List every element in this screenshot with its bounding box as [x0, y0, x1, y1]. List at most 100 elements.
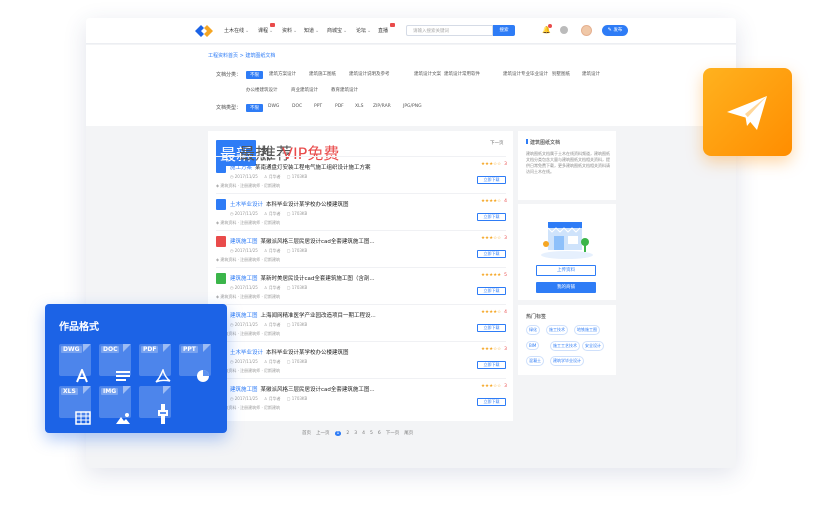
row-category[interactable]: 土木毕业设计 — [230, 202, 263, 208]
nav-item[interactable]: 资料⌄ — [282, 27, 297, 34]
hot-tag[interactable]: 绿化 — [526, 325, 540, 335]
category-option[interactable]: 办公楼建筑设计 — [246, 87, 278, 93]
format-zip-tile[interactable] — [139, 386, 171, 424]
table-row[interactable]: 建筑施工图 上海闻网精准医学产业园改造项目一期工程设... ◷ 2017/11/25… — [216, 304, 507, 341]
download-button[interactable]: 立即下载 — [477, 287, 506, 295]
row-title[interactable]: 施工方案 某南通盘灯安装工程电气施工组织设计施工方案 — [230, 163, 400, 171]
row-title[interactable]: 建筑施工图 上海闻网精准医学产业园改造项目一期工程设... — [230, 311, 400, 319]
page-link[interactable]: 1 — [334, 431, 342, 436]
hot-tag[interactable]: BIM — [526, 341, 540, 350]
category-option[interactable]: 建筑方案设计 — [269, 71, 296, 77]
prev-page-link[interactable]: 上一页 — [316, 431, 330, 436]
row-category[interactable]: 建筑施工图 — [230, 387, 258, 393]
page-link[interactable]: 3 — [354, 431, 357, 436]
hot-tag[interactable]: 混凝土 — [526, 356, 544, 366]
search-input[interactable]: 请输入搜索关键词 — [406, 25, 493, 36]
row-category[interactable]: 建筑施工图 — [230, 276, 258, 282]
message-icon[interactable] — [560, 26, 568, 34]
row-title-text[interactable]: 某南通盘灯安装工程电气施工组织设计施工方案 — [255, 165, 371, 171]
format-ppt-tile[interactable]: PPT — [179, 344, 211, 382]
type-option[interactable]: DOC — [292, 104, 302, 109]
table-row[interactable]: 土木毕业设计 本科毕业设计某学校办公楼建筑图 ◷ 2017/11/25 ♙ 月华者 ▢ … — [216, 193, 507, 230]
nav-item[interactable]: 知道⌄ — [304, 27, 319, 34]
nav-item[interactable]: 课程⌄ — [258, 27, 273, 34]
last-page-link[interactable]: 尾页 — [404, 431, 413, 436]
type-option[interactable]: XLS — [355, 104, 363, 109]
download-button[interactable]: 立即下载 — [477, 361, 506, 369]
category-option[interactable]: 商业建筑设计 — [291, 87, 318, 93]
format-xls-tile[interactable]: XLS — [59, 386, 91, 425]
row-title[interactable]: 建筑施工图 某徽派风格三层民居设计cad全套建筑施工图... — [230, 385, 400, 393]
next-page-link[interactable]: 下一页 — [386, 431, 400, 436]
category-option[interactable]: 教育建筑设计 — [331, 87, 358, 93]
row-title-text[interactable]: 上海闻网精准医学产业园改造项目一期工程设... — [261, 313, 376, 319]
page-link[interactable]: 6 — [378, 431, 381, 436]
page-link[interactable]: 5 — [370, 431, 373, 436]
chevron-down-icon: ⌄ — [245, 28, 250, 34]
format-img-tile[interactable]: IMG — [99, 386, 131, 424]
row-title[interactable]: 建筑施工图 某徽派风格三层民居设计cad全套建筑施工图... — [230, 237, 400, 245]
table-row[interactable]: 施工方案 某南通盘灯安装工程电气施工组织设计施工方案 ◷ 2017/11/25 ♙ 月… — [216, 156, 507, 193]
hot-tag[interactable]: 施工工艺技术 — [550, 341, 580, 351]
format-dwg-tile[interactable]: DWG — [59, 344, 91, 383]
breadcrumb[interactable]: 工程资料首页 > 建筑图纸文档 — [208, 52, 275, 59]
type-option[interactable]: PDF — [335, 104, 344, 109]
hot-tag[interactable]: 地铁施工图 — [574, 325, 600, 335]
category-option[interactable]: 建筑设计说明及参考 — [349, 71, 390, 77]
hot-tag[interactable]: 安全设计 — [582, 341, 604, 351]
avatar[interactable] — [581, 25, 592, 36]
category-option[interactable]: 建筑设计常用软件 — [444, 71, 480, 77]
row-category[interactable]: 建筑施工图 — [230, 239, 258, 245]
upload-button[interactable]: 上传资料 — [536, 265, 596, 276]
publish-button[interactable]: ✎ 发布 — [602, 25, 628, 36]
row-title-text[interactable]: 本科毕业设计某学校办公楼建筑图 — [266, 202, 349, 208]
nav-item[interactable]: 商城宝⌄ — [327, 27, 347, 34]
my-store-button[interactable]: 我的商铺 — [536, 282, 596, 293]
row-category[interactable]: 建筑施工图 — [230, 313, 258, 319]
row-title[interactable]: 土木毕业设计 本科毕业设计某学校办公楼建筑图 — [230, 200, 400, 208]
hot-tag[interactable]: 施工技术 — [546, 325, 568, 335]
row-category[interactable]: 土木毕业设计 — [230, 350, 263, 356]
format-doc-tile[interactable]: DOC — [99, 344, 131, 381]
row-title-text[interactable]: 某徽派风格三层民居设计cad全套建筑施工图... — [261, 387, 375, 393]
category-option[interactable]: 建筑设计专业毕业设计 — [503, 71, 548, 77]
table-row[interactable]: 土木毕业设计 本科毕业设计某学校办公楼建筑图 ◷ 2017/11/25 ♙ 月华者 ▢ … — [216, 341, 507, 378]
row-title[interactable]: 建筑施工图 某新时美居民设计cad全套建筑施工图（含剖... — [230, 274, 400, 282]
page-link[interactable]: 2 — [346, 431, 349, 436]
nav-item[interactable]: 论坛⌄ — [356, 27, 371, 34]
row-title-text[interactable]: 某徽派风格三层民居设计cad全套建筑施工图... — [261, 239, 375, 245]
table-row[interactable]: 建筑施工图 某新时美居民设计cad全套建筑施工图（含剖... ◷ 2017/11/2… — [216, 267, 507, 304]
download-button[interactable]: 立即下载 — [477, 250, 506, 258]
row-title[interactable]: 土木毕业设计 本科毕业设计某学校办公楼建筑图 — [230, 348, 400, 356]
row-category[interactable]: 施工方案 — [230, 165, 252, 171]
type-option[interactable]: PPT — [314, 104, 322, 109]
rating: ★★★★☆ 4 — [481, 199, 507, 204]
table-row[interactable]: 建筑施工图 某徽派风格三层民居设计cad全套建筑施工图... ◷ 2017/11/2… — [216, 230, 507, 267]
next-page-link[interactable]: 下一页 — [490, 140, 504, 146]
type-option[interactable]: DWG — [268, 104, 279, 109]
nav-item[interactable]: 土木在线⌄ — [224, 27, 249, 34]
site-logo[interactable] — [195, 25, 213, 37]
table-row[interactable]: 建筑施工图 某徽派风格三层民居设计cad全套建筑施工图... ◷ 2017/11/2… — [216, 378, 507, 415]
type-option[interactable]: JPG/PNG — [403, 104, 422, 109]
download-button[interactable]: 立即下载 — [477, 324, 506, 332]
format-pdf-tile[interactable]: PDF — [139, 344, 171, 383]
row-title-text[interactable]: 本科毕业设计某学校办公楼建筑图 — [266, 350, 349, 356]
category-option[interactable]: 建筑设计 — [582, 71, 600, 77]
category-option[interactable]: 建筑施工图纸 — [309, 71, 336, 77]
first-page-link[interactable]: 首页 — [302, 431, 311, 436]
search-button[interactable]: 搜索 — [493, 25, 515, 36]
category-option[interactable]: 别墅图纸 — [552, 71, 570, 77]
hot-tag[interactable]: 建筑学毕业设计 — [550, 356, 584, 366]
category-option[interactable]: 不限 — [246, 71, 263, 79]
category-option[interactable]: 建筑设计文案 — [414, 71, 441, 77]
download-button[interactable]: 立即下载 — [477, 398, 506, 406]
download-button[interactable]: 立即下载 — [477, 176, 506, 184]
download-button[interactable]: 立即下载 — [477, 213, 506, 221]
nav-item[interactable]: 直播 — [378, 27, 389, 34]
page-link[interactable]: 4 — [362, 431, 365, 436]
type-option[interactable]: 不限 — [246, 104, 263, 112]
send-app-tile[interactable] — [703, 68, 792, 156]
type-option[interactable]: ZIP/RAR — [373, 104, 391, 109]
row-title-text[interactable]: 某新时美居民设计cad全套建筑施工图（含剖... — [261, 276, 375, 282]
